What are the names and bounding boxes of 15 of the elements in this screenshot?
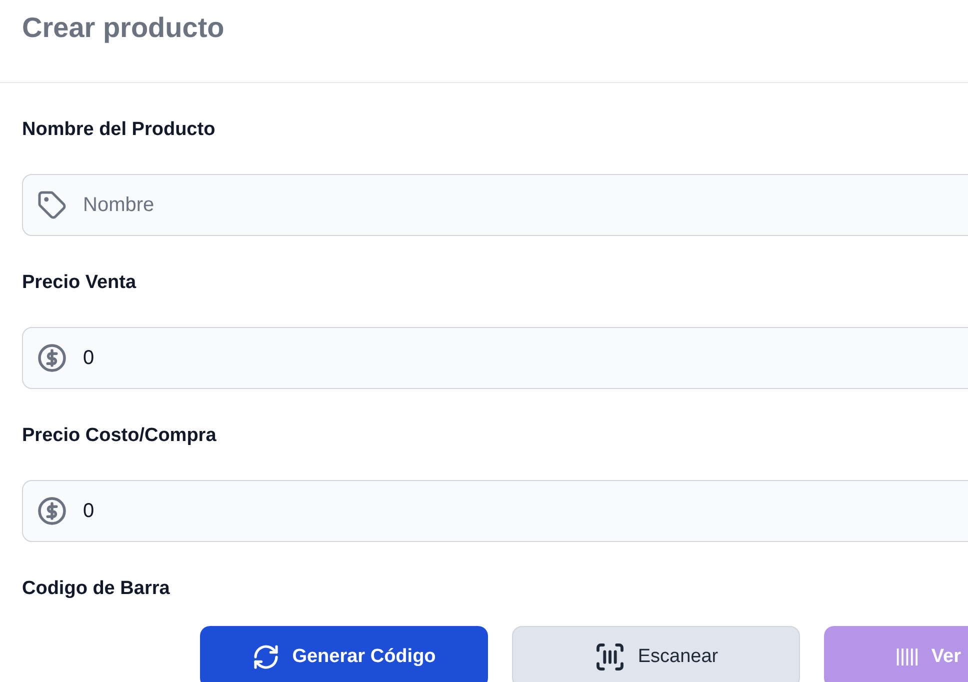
barcode-scan-icon (594, 641, 626, 673)
input-field[interactable]: 0 (22, 327, 968, 389)
field-label: Precio Venta (22, 271, 136, 295)
barcode-action-button[interactable]: Generar Código (200, 626, 488, 682)
field-label: Precio Costo/Compra (22, 424, 216, 448)
page-title: Crear producto (22, 11, 224, 45)
dollar-icon (37, 343, 67, 373)
barcode-action-button[interactable]: Escanear (512, 626, 800, 682)
input-field[interactable]: Nombre (22, 174, 968, 236)
tag-icon (37, 190, 67, 220)
field-label: Codigo de Barra (22, 577, 170, 601)
input-field[interactable]: 0 (22, 480, 968, 542)
dollar-icon (37, 496, 67, 526)
field-label: Nombre del Producto (22, 118, 216, 142)
refresh-icon (252, 643, 280, 671)
